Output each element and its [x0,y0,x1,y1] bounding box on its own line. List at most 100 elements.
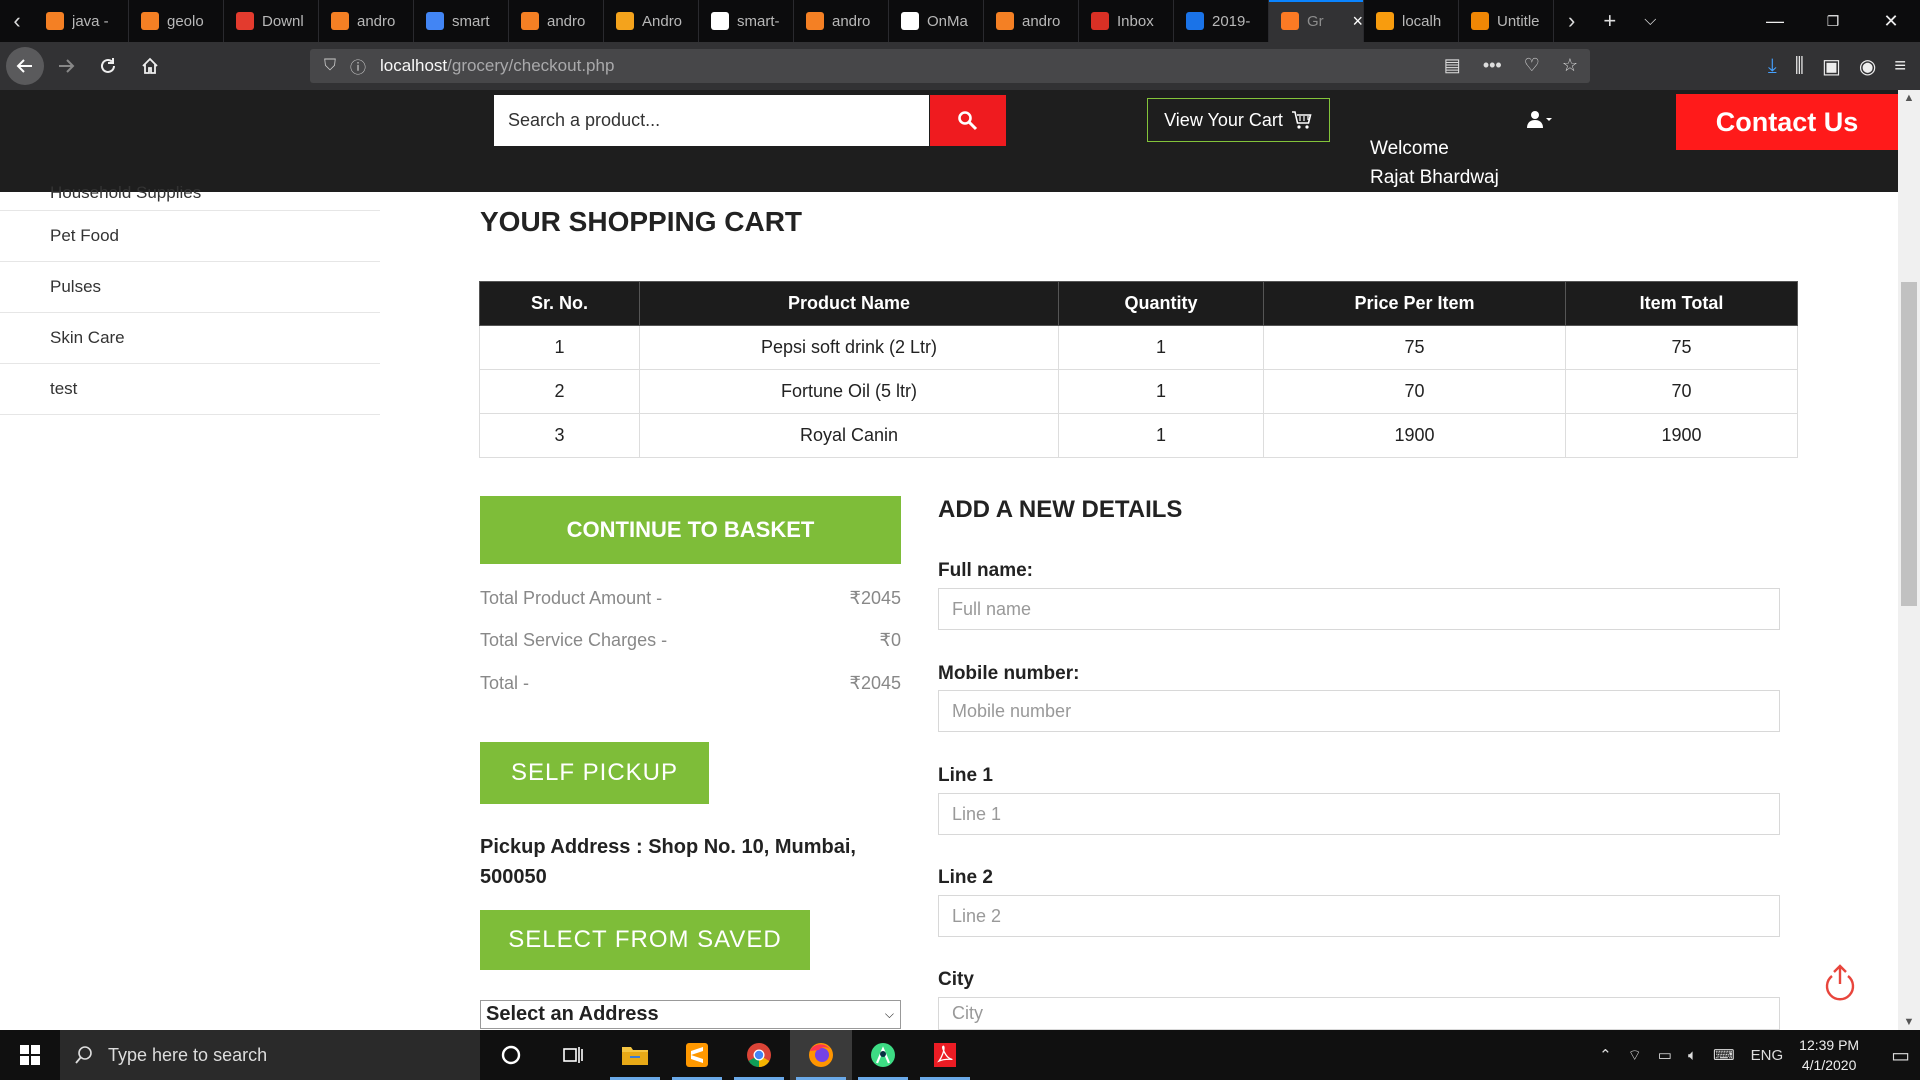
service-charges-row: Total Service Charges - ₹0 [480,630,901,651]
column-header-item-total: Item Total [1565,281,1798,326]
browser-tab[interactable]: geolo [129,0,224,42]
pocket-icon[interactable]: ♡ [1524,55,1540,76]
bookmark-star-icon[interactable]: ☆ [1562,55,1578,76]
forward-icon[interactable] [46,46,86,86]
start-button[interactable] [0,1030,60,1080]
library-icon[interactable]: ⫼ [1795,55,1804,78]
address-bar[interactable]: ⛉ ⓘ localhost/grocery/checkout.php ▤ •••… [310,49,1590,83]
reader-view-icon[interactable]: ▤ [1444,55,1461,76]
draw-icon [1471,12,1489,30]
task-view-icon[interactable] [542,1030,604,1080]
sidebar-item-household-supplies[interactable]: Household Supplies [0,183,380,211]
browser-tab[interactable]: Untitle [1459,0,1554,42]
account-icon[interactable]: ◉ [1859,54,1876,79]
clock[interactable]: 12:39 PM 4/1/2020 [1799,1035,1859,1075]
view-cart-label: View Your Cart [1164,109,1283,130]
scroll-to-top-icon[interactable] [1822,962,1858,1007]
firefox-icon[interactable] [790,1030,852,1080]
full-name-label: Full name: [938,560,1034,581]
browser-tab[interactable]: smart [414,0,509,42]
chrome-icon[interactable] [728,1030,790,1080]
line1-field[interactable] [938,793,1780,835]
acrobat-icon[interactable] [914,1030,976,1080]
new-tab-icon[interactable]: + [1603,8,1616,34]
menu-icon[interactable]: ≡ [1894,55,1906,78]
contact-us-button[interactable]: Contact Us [1676,94,1898,150]
tab-close-icon[interactable]: × [1352,11,1363,32]
cell-product-name: Royal Canin [639,413,1059,458]
window-close-icon[interactable]: ✕ [1862,0,1920,42]
search-input[interactable] [494,95,929,146]
select-from-saved-button[interactable]: SELECT FROM SAVED [480,910,810,970]
browser-tab[interactable]: andro [794,0,889,42]
tab-title: andro [547,12,586,30]
site-info-icon[interactable]: ⓘ [350,54,366,78]
restore-icon[interactable]: ❐ [1804,0,1862,42]
browser-tab[interactable]: andro [509,0,604,42]
sidebar-item-label: Household Supplies [50,183,202,202]
search-button[interactable] [930,95,1006,146]
tab-title: Inbox [1117,12,1154,30]
stackoverflow-icon [141,12,159,30]
browser-tab[interactable]: java - [34,0,129,42]
browser-tab[interactable]: OnMa [889,0,984,42]
tray-overflow-icon[interactable]: ⌃ [1599,1046,1612,1064]
browser-tab[interactable]: andro [984,0,1079,42]
android-studio-icon[interactable] [852,1030,914,1080]
network-icon[interactable]: ⌔ [1628,1046,1642,1065]
full-name-field[interactable] [938,588,1780,630]
page-scrollbar[interactable]: ▲ ▼ [1898,90,1920,1030]
browser-tab[interactable]: Andro [604,0,699,42]
sidebar-item-pulses[interactable]: Pulses [0,262,380,313]
language-indicator[interactable]: ENG [1751,1047,1784,1064]
window-controls: — ❐ ✕ [1746,0,1920,42]
notifications-icon[interactable]: ▭ [1875,1043,1910,1068]
city-field[interactable] [938,997,1780,1030]
mobile-number-field[interactable] [938,690,1780,732]
page-actions-icon[interactable]: ••• [1483,55,1502,76]
sidebar-item-test[interactable]: test [0,364,380,415]
sidebar-toggle-icon[interactable]: ▣ [1822,54,1841,79]
browser-tab[interactable]: 2019- [1174,0,1269,42]
browser-tab[interactable]: localh [1364,0,1459,42]
tab-scroll-right-icon[interactable]: › [1568,8,1575,34]
view-cart-button[interactable]: View Your Cart [1147,98,1330,142]
url-path: /grocery/checkout.php [447,56,615,75]
downloads-icon[interactable]: ⤓ [1768,55,1777,78]
battery-icon[interactable]: ▭ [1658,1046,1672,1064]
cell-sr-no: 3 [479,413,640,458]
browser-tab[interactable]: Downl [224,0,319,42]
cortana-icon[interactable] [480,1030,542,1080]
cell-quantity: 1 [1058,325,1264,370]
browser-tab[interactable]: smart- [699,0,794,42]
line2-field[interactable] [938,895,1780,937]
self-pickup-button[interactable]: SELF PICKUP [480,742,709,804]
browser-tab[interactable]: andro [319,0,414,42]
system-tray: ⌃ ⌔ ▭ 🔈︎ ⌨ ENG 12:39 PM 4/1/2020 ▭ [1599,1035,1920,1075]
sublime-text-icon[interactable] [666,1030,728,1080]
sidebar-item-skin-care[interactable]: Skin Care [0,313,380,364]
volume-icon[interactable]: 🔈︎ [1688,1047,1697,1064]
taskbar-search-box[interactable]: Type here to search [60,1030,480,1080]
scrollbar-thumb[interactable] [1901,282,1917,606]
back-icon[interactable] [6,47,44,85]
cell-sr-no: 2 [479,369,640,414]
scroll-up-icon[interactable]: ▲ [1898,92,1920,104]
tab-list-dropdown-icon[interactable]: ⌵ [1644,12,1656,30]
file-explorer-icon[interactable] [604,1030,666,1080]
reload-icon[interactable] [88,46,128,86]
browser-tab[interactable]: Gr × [1269,0,1364,42]
address-select[interactable]: Select an Address ⌵ [480,1000,901,1029]
gmail-icon [1091,12,1109,30]
user-name: Rajat Bhardwaj [1370,167,1499,188]
minimize-icon[interactable]: — [1746,0,1804,42]
continue-to-basket-button[interactable]: CONTINUE TO BASKET [480,496,901,564]
home-icon[interactable] [130,46,170,86]
scroll-down-icon[interactable]: ▼ [1898,1016,1920,1028]
tracking-shield-icon[interactable]: ⛉ [324,57,336,75]
user-menu-icon[interactable] [1527,110,1555,133]
browser-tab[interactable]: Inbox [1079,0,1174,42]
tab-scroll-left-icon[interactable]: ‹ [0,0,34,42]
sidebar-item-pet-food[interactable]: Pet Food [0,211,380,262]
keyboard-icon[interactable]: ⌨ [1713,1046,1735,1064]
